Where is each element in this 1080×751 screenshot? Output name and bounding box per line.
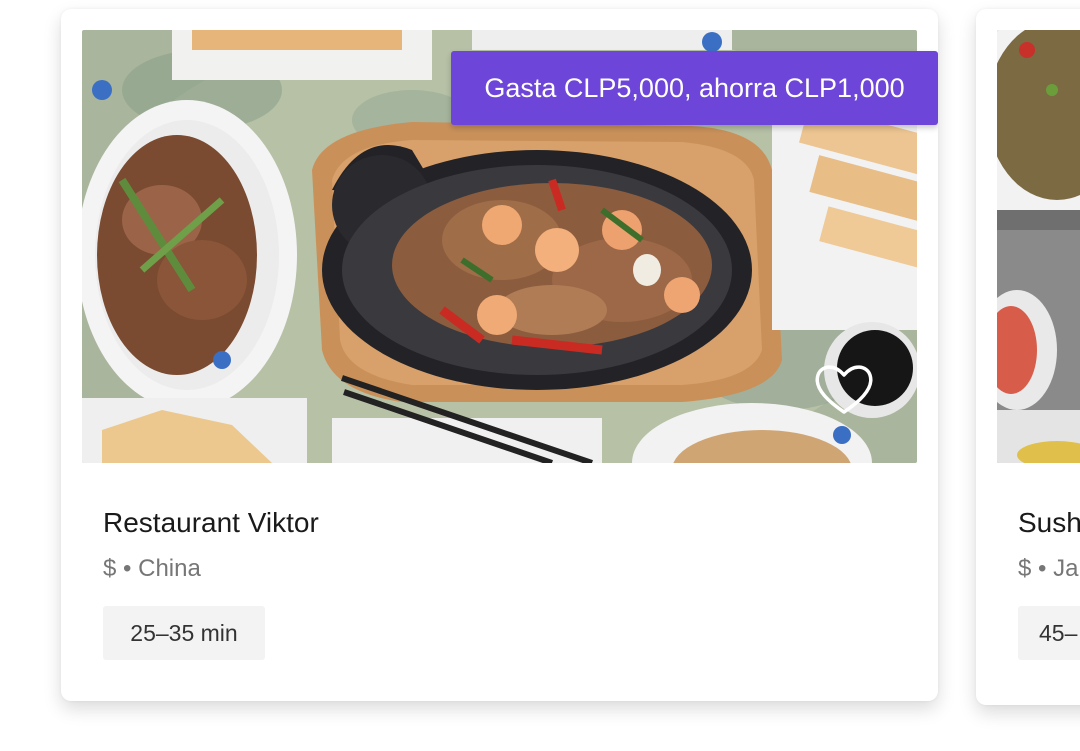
restaurant-name[interactable]: Restaurant Viktor [103, 507, 319, 539]
price-level: $ [1018, 555, 1032, 582]
cuisine-label: Ja [1053, 555, 1079, 582]
cuisine-label: China [138, 555, 201, 582]
meta-separator: • [123, 555, 132, 582]
favorite-button[interactable] [812, 360, 876, 418]
price-level: $ [103, 555, 117, 582]
promo-badge: Gasta CLP5,000, ahorra CLP1,000 [451, 51, 938, 125]
restaurant-name[interactable]: Sush [1018, 507, 1080, 539]
delivery-time-badge: 25–35 min [103, 606, 265, 660]
restaurant-meta: $ • Ja [1018, 555, 1078, 583]
delivery-time-badge: 45– [1018, 606, 1080, 660]
restaurant-card[interactable]: Sush $ • Ja 45– [976, 9, 1080, 705]
restaurant-card[interactable]: Gasta CLP5,000, ahorra CLP1,000 Restaura… [61, 9, 938, 701]
restaurant-carousel: Gasta CLP5,000, ahorra CLP1,000 Restaura… [0, 0, 1080, 751]
restaurant-photo[interactable] [997, 30, 1080, 463]
food-image [997, 30, 1080, 463]
heart-outline-icon [815, 365, 873, 414]
meta-separator: • [1038, 555, 1047, 582]
restaurant-meta: $ • China [103, 555, 201, 583]
